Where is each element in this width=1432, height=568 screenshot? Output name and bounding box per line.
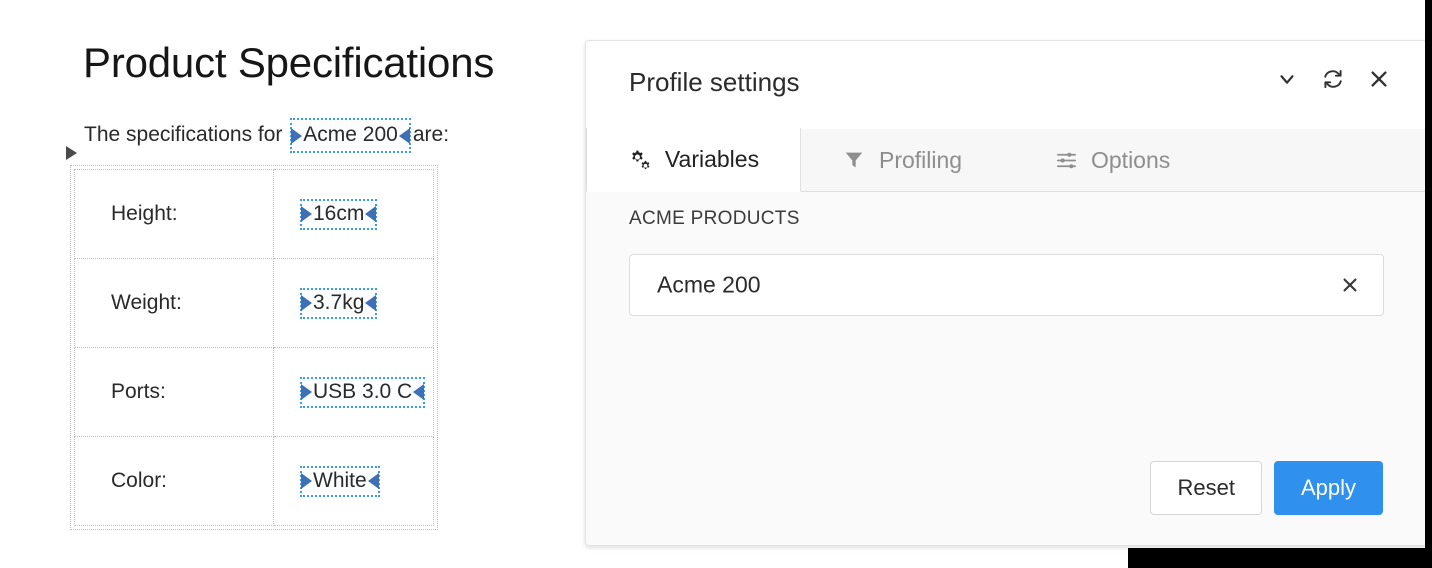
close-icon[interactable] — [1367, 67, 1391, 91]
bottom-edge-bar — [1128, 548, 1425, 568]
field-label: ACME PRODUCTS — [629, 208, 800, 229]
acme-products-input-value: Acme 200 — [657, 271, 761, 298]
spec-value-label: 3.7kg — [313, 290, 365, 314]
spec-value-cell: 3.7kg — [273, 258, 434, 348]
acme-products-input[interactable]: Acme 200 — [629, 254, 1384, 316]
tab-variables[interactable]: Variables — [586, 128, 801, 192]
table-row: Height: 16cm — [74, 169, 434, 259]
refresh-icon[interactable] — [1321, 67, 1345, 91]
specifications-table: Height: 16cm Weight: 3.7kg Ports: USB 3.… — [70, 165, 438, 530]
dialog-header: Profile settings — [586, 41, 1429, 129]
spec-label: Color: — [74, 436, 274, 526]
paragraph-text-after: are: — [412, 123, 450, 146]
triangle-right-icon[interactable] — [66, 146, 77, 160]
spec-label: Weight: — [74, 258, 274, 348]
tab-profiling[interactable]: Profiling — [814, 129, 990, 191]
right-edge-bar — [1425, 0, 1432, 568]
paragraph-text-before: The specifications for — [84, 123, 283, 146]
spec-value-chip[interactable]: White — [300, 465, 380, 497]
dialog-body: ACME PRODUCTS Acme 200 Reset Apply — [586, 192, 1429, 545]
tab-profiling-label: Profiling — [879, 146, 963, 173]
dialog-title: Profile settings — [629, 67, 800, 97]
spec-value-chip[interactable]: USB 3.0 C — [300, 376, 426, 408]
sliders-icon — [1054, 148, 1078, 172]
page-title: Product Specifications — [83, 39, 495, 86]
spec-value-label: White — [313, 468, 367, 492]
table-row: Weight: 3.7kg — [74, 258, 434, 348]
document-pane: Product Specifications The specification… — [0, 0, 576, 568]
apply-button[interactable]: Apply — [1273, 461, 1383, 515]
spec-value-chip[interactable]: 16cm — [300, 198, 378, 230]
table-row: Color: White — [74, 436, 434, 526]
dialog-tabs: Variables Profiling Options — [586, 128, 1429, 192]
spec-label: Ports: — [74, 347, 274, 437]
selected-variable-label: Acme 200 — [303, 123, 398, 146]
clear-x-icon[interactable] — [1339, 274, 1361, 296]
spec-value-cell: White — [273, 436, 434, 526]
tab-variables-label: Variables — [664, 146, 760, 172]
table-row: Ports: USB 3.0 C — [74, 347, 434, 437]
tab-options-label: Options — [1091, 146, 1171, 173]
dialog-action-buttons: Reset Apply — [1150, 461, 1383, 515]
spec-value-cell: 16cm — [273, 169, 434, 259]
spec-value-label: USB 3.0 C — [313, 379, 413, 403]
cogs-icon — [628, 148, 652, 172]
spec-value-label: 16cm — [313, 201, 365, 225]
filter-icon — [842, 148, 866, 172]
intro-paragraph: The specifications for Acme 200 are: — [84, 118, 449, 153]
chevron-down-icon[interactable] — [1275, 67, 1299, 91]
tab-options[interactable]: Options — [1026, 129, 1198, 191]
reset-button[interactable]: Reset — [1150, 461, 1262, 515]
spec-label: Height: — [74, 169, 274, 259]
selected-variable-chip[interactable]: Acme 200 — [290, 118, 411, 153]
spec-value-chip[interactable]: 3.7kg — [300, 287, 378, 319]
profile-settings-dialog: Profile settings Variables Profiling Opt… — [585, 40, 1430, 546]
spec-value-cell: USB 3.0 C — [273, 347, 434, 437]
dialog-header-actions — [1275, 67, 1391, 91]
